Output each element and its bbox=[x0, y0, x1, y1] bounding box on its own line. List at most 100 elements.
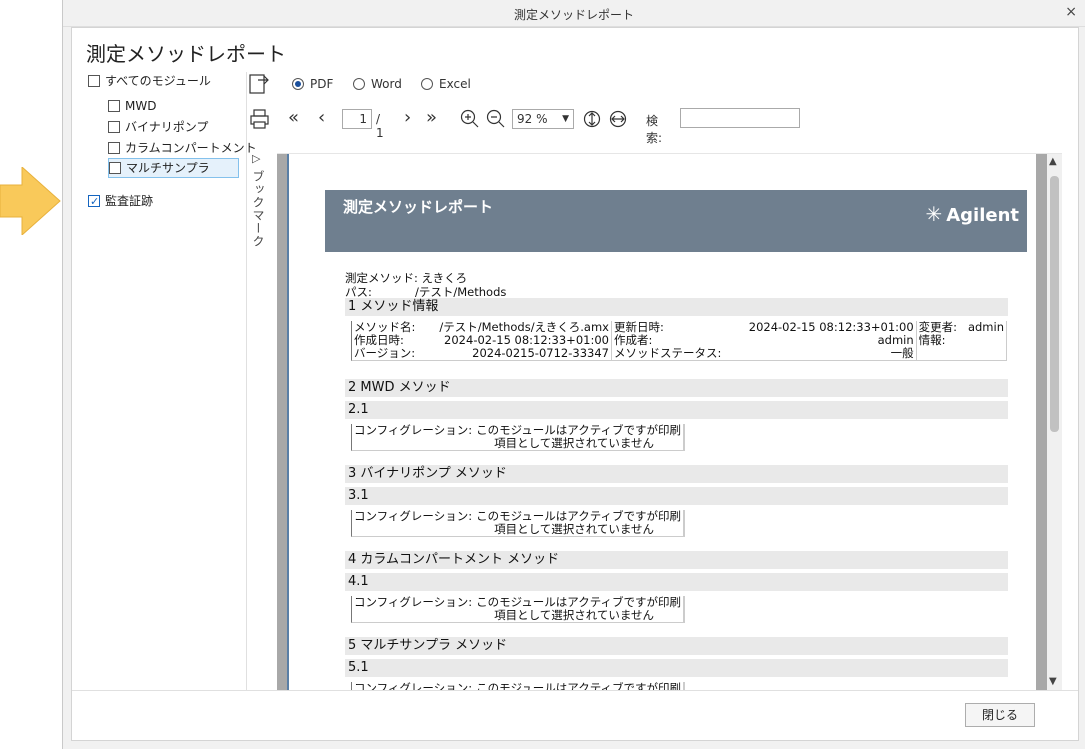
first-page-icon[interactable]: « bbox=[288, 107, 299, 128]
zoom-out-icon[interactable] bbox=[486, 109, 506, 129]
search-label: 検索: bbox=[646, 114, 663, 145]
section-2-heading: 2 MWD メソッド bbox=[345, 379, 1008, 397]
export-icon[interactable] bbox=[248, 72, 270, 96]
radio-off-icon[interactable] bbox=[353, 78, 365, 90]
config-table: コンフィグレーション: このモジュールはアクティブですが印刷 項目として選択されてい… bbox=[351, 509, 686, 537]
bookmark-panel-toggle[interactable]: ▷ ブックマーク bbox=[248, 148, 268, 268]
pdf-viewer[interactable]: 測定メソッドレポート ✳ Agilent 測定メソッド: えきくろ パス:/テスト… bbox=[277, 153, 1062, 690]
fit-width-icon[interactable] bbox=[608, 109, 628, 129]
table-cell: このモジュールはアクティブですが印刷 項目として選択されていません bbox=[474, 510, 685, 536]
tree-item-binary-pump[interactable]: バイナリポンプ bbox=[108, 118, 208, 138]
previous-page-icon[interactable]: ‹ bbox=[318, 107, 325, 128]
config-text: 項目として選択されていません bbox=[494, 608, 655, 622]
table-row: コンフィグレーション: このモジュールはアクティブですが印刷 項目として選択されてい… bbox=[352, 596, 685, 622]
table-cell bbox=[963, 347, 1006, 360]
tree-label: バイナリポンプ bbox=[125, 120, 209, 134]
tree-item-all-modules[interactable]: すべてのモジュール bbox=[88, 72, 211, 92]
table-cell: admin bbox=[733, 334, 917, 347]
config-table: コンフィグレーション: このモジュールはアクティブですが印刷 項目として選択されてい… bbox=[351, 423, 686, 451]
radio-label: Word bbox=[371, 77, 402, 91]
table-cell: admin bbox=[967, 320, 1004, 334]
radio-pdf[interactable]: PDF bbox=[292, 77, 333, 91]
table-cell bbox=[963, 334, 1006, 347]
config-text: 項目として選択されていません bbox=[494, 522, 655, 536]
table-row: コンフィグレーション: このモジュールはアクティブですが印刷 bbox=[352, 682, 685, 690]
table-cell: 情報: bbox=[918, 333, 946, 347]
chevron-down-icon[interactable]: ▼ bbox=[562, 110, 569, 128]
checkbox-icon[interactable] bbox=[108, 100, 120, 112]
expand-triangle-icon[interactable]: ▷ bbox=[252, 152, 260, 165]
tree-item-column-compartment[interactable]: カラムコンパートメント bbox=[108, 139, 257, 159]
table-cell: 2024-0215-0712-33347 bbox=[423, 347, 612, 360]
next-page-icon[interactable]: › bbox=[404, 107, 411, 128]
checkbox-icon[interactable] bbox=[88, 75, 100, 87]
table-cell bbox=[917, 347, 963, 360]
table-cell: コンフィグレーション: bbox=[354, 509, 473, 523]
table-row: コンフィグレーション: このモジュールはアクティブですが印刷 項目として選択されてい… bbox=[352, 509, 685, 536]
section-2-1-heading: 2.1 bbox=[345, 401, 1008, 419]
vertical-scrollbar[interactable]: ▲ ▼ bbox=[1047, 154, 1062, 690]
scroll-down-icon[interactable]: ▼ bbox=[1049, 676, 1057, 687]
last-page-icon[interactable]: » bbox=[426, 107, 437, 128]
page-frame: 測定メソッドレポート ✳ Agilent 測定メソッド: えきくろ パス:/テスト… bbox=[277, 154, 1047, 690]
close-icon[interactable]: × bbox=[1065, 4, 1077, 20]
zoom-value: 92 % bbox=[517, 112, 548, 126]
radio-on-icon[interactable] bbox=[292, 78, 304, 90]
radio-label: Excel bbox=[439, 77, 471, 91]
dialog-content: 測定メソッドレポート すべてのモジュール MWD バイナリポンプ カラムコンパー… bbox=[71, 27, 1079, 741]
path-value: /テスト/Methods bbox=[415, 285, 507, 299]
footer-divider bbox=[72, 690, 1078, 691]
logo-text: Agilent bbox=[946, 205, 1019, 226]
tree-item-mwd[interactable]: MWD bbox=[108, 97, 156, 117]
spark-icon: ✳ bbox=[925, 202, 943, 226]
section-5-heading: 5 マルチサンプラ メソッド bbox=[345, 637, 1008, 655]
radio-off-icon[interactable] bbox=[421, 78, 433, 90]
highlight-arrow-icon bbox=[0, 167, 61, 235]
section-3-1-heading: 3.1 bbox=[345, 487, 1008, 505]
window-title: 測定メソッドレポート bbox=[513, 8, 634, 22]
tree-label: MWD bbox=[125, 99, 157, 113]
checkbox-icon[interactable] bbox=[108, 142, 120, 154]
tree-label: マルチサンプラ bbox=[126, 161, 210, 175]
checkbox-icon[interactable] bbox=[108, 121, 120, 133]
report-page: 測定メソッドレポート ✳ Agilent 測定メソッド: えきくろ パス:/テスト… bbox=[287, 154, 1036, 690]
close-button[interactable]: 閉じる bbox=[965, 703, 1035, 727]
banner-title: 測定メソッドレポート bbox=[343, 198, 494, 216]
pane-divider bbox=[246, 72, 247, 690]
print-icon[interactable] bbox=[248, 108, 272, 130]
zoom-select[interactable]: 92 % ▼ bbox=[512, 109, 574, 129]
fit-height-icon[interactable] bbox=[582, 109, 602, 129]
config-text: 項目として選択されていません bbox=[494, 436, 655, 450]
section-5-1-heading: 5.1 bbox=[345, 659, 1008, 677]
radio-label: PDF bbox=[310, 77, 334, 91]
tree-label: カラムコンパートメント bbox=[125, 141, 257, 155]
table-cell: このモジュールはアクティブですが印刷 項目として選択されていません bbox=[474, 424, 685, 450]
table-cell: バージョン: bbox=[354, 346, 416, 360]
radio-excel[interactable]: Excel bbox=[421, 77, 471, 91]
tree-item-audit-trail[interactable]: 監査証跡 bbox=[88, 192, 153, 212]
scroll-up-icon[interactable]: ▲ bbox=[1049, 156, 1057, 167]
table-cell: 一般 bbox=[733, 347, 917, 360]
report-banner: 測定メソッドレポート ✳ Agilent bbox=[325, 190, 1027, 252]
tree-item-multisampler[interactable]: マルチサンプラ bbox=[108, 158, 239, 178]
scrollbar-thumb[interactable] bbox=[1050, 176, 1059, 432]
checked-checkbox-icon[interactable] bbox=[88, 193, 100, 211]
table-cell: メソッドステータス: bbox=[613, 346, 722, 360]
search-input[interactable] bbox=[680, 108, 800, 128]
table-cell: コンフィグレーション: bbox=[354, 423, 473, 437]
checkbox-icon[interactable] bbox=[109, 162, 121, 174]
config-table: コンフィグレーション: このモジュールはアクティブですが印刷 bbox=[351, 682, 686, 690]
page-total: / 1 bbox=[376, 112, 384, 140]
page-title: 測定メソッドレポート bbox=[86, 42, 286, 66]
zoom-in-icon[interactable] bbox=[460, 109, 480, 129]
section-4-1-heading: 4.1 bbox=[345, 573, 1008, 591]
method-value: えきくろ bbox=[421, 271, 468, 285]
page-number-input[interactable]: 1 bbox=[342, 109, 372, 129]
table-cell: このモジュールはアクティブですが印刷 bbox=[474, 682, 685, 690]
method-info-table: メソッド名: /テスト/Methods/えきくろ.amx 更新日時: 2024-… bbox=[351, 321, 1007, 361]
tree-label: 監査証跡 bbox=[105, 194, 154, 208]
section-1-heading: 1 メソッド情報 bbox=[345, 298, 1008, 316]
bookmark-label: ブックマーク bbox=[251, 170, 265, 248]
radio-word[interactable]: Word bbox=[353, 77, 402, 91]
method-label: 測定メソッド: bbox=[345, 271, 418, 285]
